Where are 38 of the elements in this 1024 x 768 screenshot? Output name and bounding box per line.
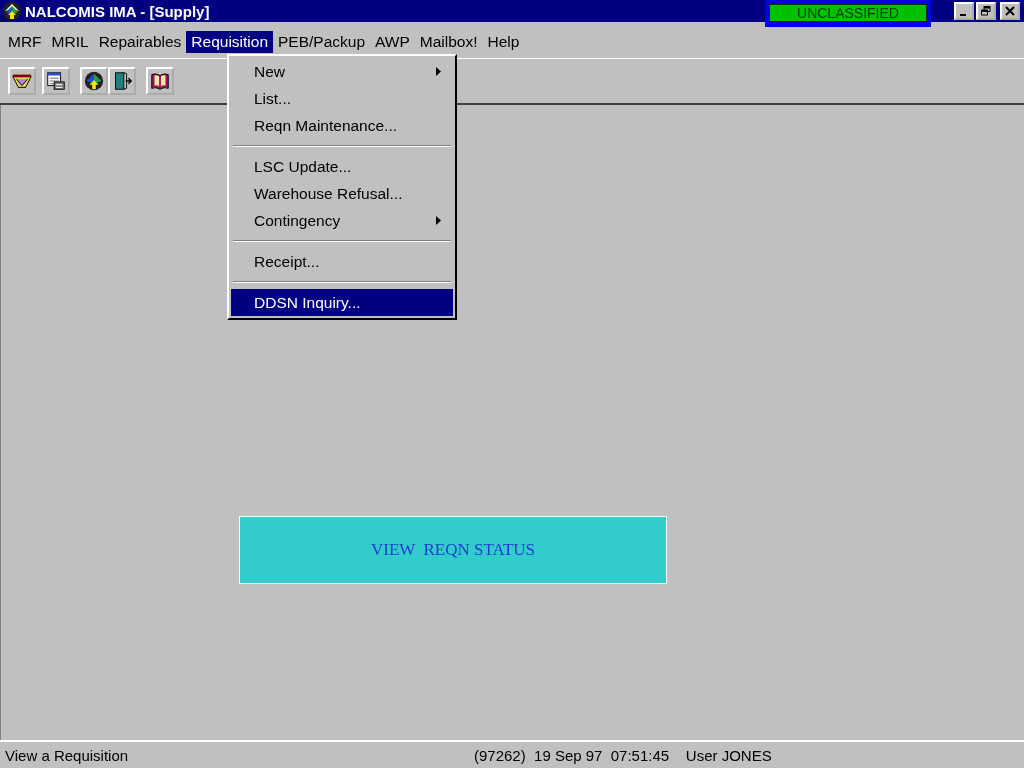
menu-option[interactable]: LSC Update...	[231, 153, 453, 180]
book-tool-button[interactable]	[146, 67, 174, 95]
minimize-button[interactable]	[954, 2, 974, 20]
window-title: NALCOMIS IMA - [Supply]	[25, 2, 210, 20]
menu-option[interactable]: Warehouse Refusal...	[231, 180, 453, 207]
submenu-arrow-icon	[436, 216, 441, 225]
submenu-arrow-icon	[436, 67, 441, 76]
status-message: View a Requisition	[4, 746, 130, 764]
restore-icon	[981, 6, 991, 16]
menu-item[interactable]: Help	[482, 31, 525, 53]
close-button[interactable]	[1000, 2, 1020, 20]
menu-item[interactable]: PEB/Packup	[273, 31, 371, 53]
menu-item[interactable]: Mailbox!	[414, 31, 483, 53]
menu-item[interactable]: MRIL	[46, 31, 94, 53]
emblem-icon	[83, 70, 105, 92]
menu-option[interactable]: Contingency	[231, 207, 453, 234]
restore-button[interactable]	[976, 2, 996, 20]
exit-door-tool-button[interactable]	[108, 67, 136, 95]
view-status-banner: VIEW REQN STATUS	[239, 516, 667, 584]
menu-item[interactable]: MRF	[3, 31, 47, 53]
book-icon	[149, 70, 171, 92]
form-icon	[45, 70, 67, 92]
close-icon	[1005, 6, 1015, 16]
menu-option[interactable]: List...	[231, 85, 453, 112]
tray-tool-button[interactable]	[8, 67, 36, 95]
form-tool-button[interactable]	[42, 67, 70, 95]
app-logo-icon	[2, 1, 22, 21]
menu-item[interactable]: Requisition	[186, 31, 274, 53]
menu-option[interactable]: Reqn Maintenance...	[231, 112, 453, 139]
minimize-icon	[959, 14, 966, 16]
status-info: (97262) 19 Sep 97 07:51:45 User JONES	[474, 746, 772, 764]
menu-item[interactable]: Repairables	[93, 31, 187, 53]
classification-label: UNCLASSIFIED	[769, 4, 927, 22]
menu-option[interactable]: New	[231, 58, 453, 85]
menu-item[interactable]: AWP	[370, 31, 415, 53]
menu-option[interactable]: DDSN Inquiry...	[231, 289, 453, 316]
emblem-tool-button[interactable]	[80, 67, 108, 95]
menu-option[interactable]: Receipt...	[231, 248, 453, 275]
